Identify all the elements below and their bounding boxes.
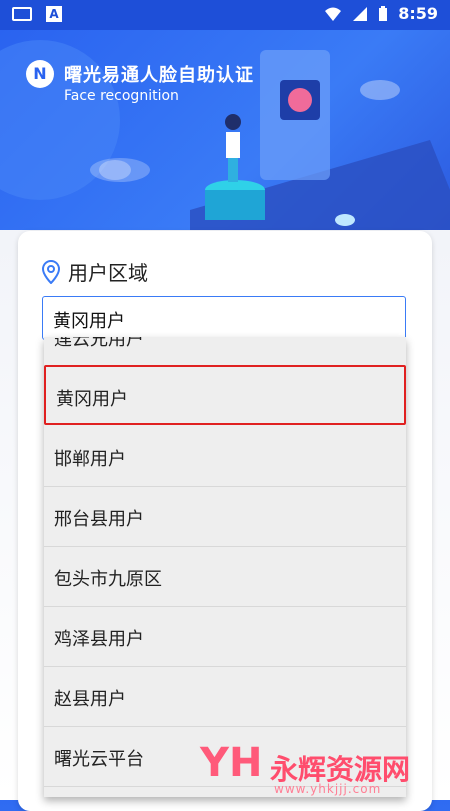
dropdown-option[interactable]: 包头市九原区 (44, 547, 406, 607)
brand: N 曙光易通人脸自助认证 (26, 60, 254, 88)
location-pin-icon (42, 259, 60, 284)
watermark-url: www.yhkjjj.com (274, 782, 382, 796)
dropdown-option[interactable]: 鸡泽县用户 (44, 607, 406, 667)
region-dropdown[interactable]: 莲云兄用户 黄冈用户 邯郸用户 邢台县用户 包头市九原区 鸡泽县用户 赵县用户 … (44, 337, 406, 797)
dropdown-option[interactable]: 邯郸用户 (44, 427, 406, 487)
clock: 8:59 (398, 4, 438, 23)
dropdown-option[interactable]: 邢台县用户 (44, 487, 406, 547)
app-subtitle: Face recognition (64, 88, 179, 104)
region-header: 用户区域 (42, 257, 148, 286)
dropdown-option-selected[interactable]: 黄冈用户 (44, 365, 406, 425)
keyboard-icon (12, 7, 32, 21)
dropdown-option-partial[interactable]: 莲云兄用户 (44, 337, 406, 367)
app-logo-icon: N (26, 60, 54, 88)
battery-icon (379, 5, 388, 21)
region-select-value: 黄冈用户 (53, 311, 125, 332)
dropdown-option[interactable]: 赵县用户 (44, 667, 406, 727)
watermark: YH 永辉资源网 www.yhkjjj.com (200, 740, 440, 800)
a-icon: A (46, 6, 62, 22)
app-title: 曙光易通人脸自助认证 (64, 65, 254, 86)
signal-icon (353, 6, 368, 21)
hero-banner: N 曙光易通人脸自助认证 Face recognition (0, 30, 450, 230)
watermark-logo: YH (200, 740, 263, 786)
wifi-icon (325, 7, 342, 21)
region-label: 用户区域 (68, 261, 148, 285)
status-bar: A 8:59 (0, 0, 450, 30)
region-select[interactable]: 黄冈用户 (42, 296, 406, 340)
